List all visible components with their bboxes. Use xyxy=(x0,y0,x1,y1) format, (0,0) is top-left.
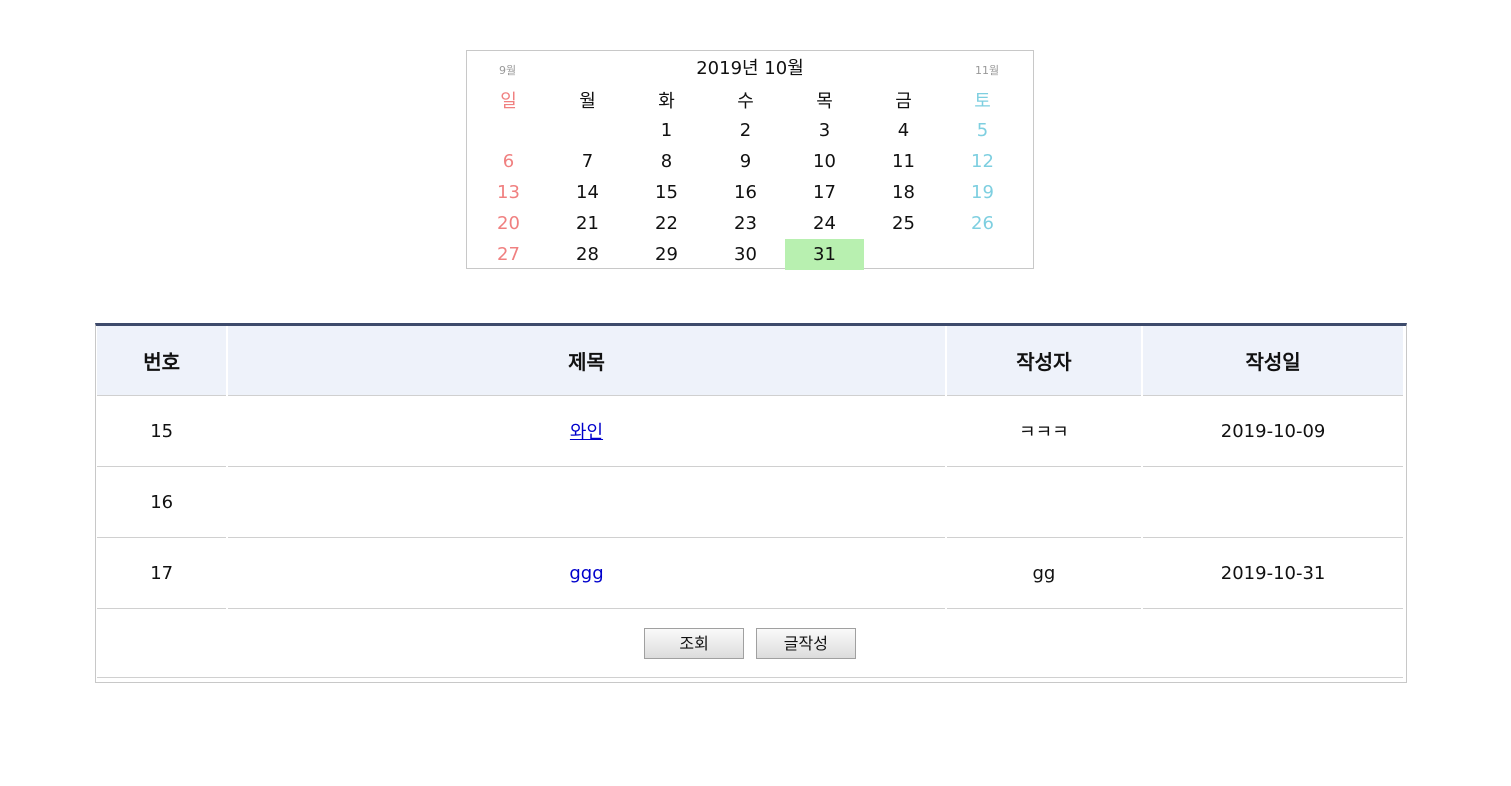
table-row: 17 ggg gg 2019-10-31 xyxy=(97,538,1403,609)
calendar-day[interactable]: 27 xyxy=(469,239,548,270)
row-num: 15 xyxy=(97,396,227,467)
write-button[interactable]: 글작성 xyxy=(755,627,856,659)
board-table: 번호 제목 작성자 작성일 15 와인 ㅋㅋㅋ 2019-10-09 16 17… xyxy=(95,326,1405,678)
calendar-day[interactable]: 23 xyxy=(706,208,785,239)
view-button[interactable]: 조회 xyxy=(644,627,745,659)
calendar-day xyxy=(548,115,627,146)
calendar-day[interactable]: 8 xyxy=(627,146,706,177)
calendar-day[interactable]: 13 xyxy=(469,177,548,208)
calendar-day[interactable]: 15 xyxy=(627,177,706,208)
calendar-title: 2019년 10월 xyxy=(696,58,804,79)
board: 번호 제목 작성자 작성일 15 와인 ㅋㅋㅋ 2019-10-09 16 17… xyxy=(95,323,1407,683)
calendar-week: 6 7 8 9 10 11 12 xyxy=(469,146,1022,177)
calendar-day[interactable]: 3 xyxy=(785,115,864,146)
calendar-day[interactable]: 18 xyxy=(864,177,943,208)
row-title-cell: ggg xyxy=(228,538,945,609)
calendar-week: 13 14 15 16 17 18 19 xyxy=(469,177,1022,208)
calendar-day[interactable]: 30 xyxy=(706,239,785,270)
calendar-day[interactable]: 5 xyxy=(943,115,1022,146)
row-title-cell xyxy=(228,467,945,538)
calendar-week: 20 21 22 23 24 25 26 xyxy=(469,208,1022,239)
calendar-day xyxy=(469,115,548,146)
button-cell: 조회 글작성 xyxy=(97,609,1403,678)
post-title-link[interactable]: ggg xyxy=(569,563,603,584)
row-title-cell: 와인 xyxy=(228,396,945,467)
weekday-mon: 월 xyxy=(579,91,596,112)
calendar-day[interactable]: 7 xyxy=(548,146,627,177)
calendar-day-today[interactable]: 31 xyxy=(785,239,864,270)
header-writer: 작성자 xyxy=(946,326,1142,396)
calendar-grid: 일 월 화 수 목 금 토 1 2 3 4 5 6 7 8 9 10 11 12… xyxy=(469,85,1022,270)
calendar-day[interactable]: 21 xyxy=(548,208,627,239)
calendar-day[interactable]: 10 xyxy=(785,146,864,177)
calendar-day[interactable]: 28 xyxy=(548,239,627,270)
calendar-day[interactable]: 19 xyxy=(943,177,1022,208)
row-num: 16 xyxy=(97,467,227,538)
weekday-sun: 일 xyxy=(500,91,517,112)
table-row: 16 xyxy=(97,467,1403,538)
header-title: 제목 xyxy=(228,326,945,396)
calendar-day[interactable]: 22 xyxy=(627,208,706,239)
calendar-day[interactable]: 26 xyxy=(943,208,1022,239)
weekday-tue: 화 xyxy=(658,91,675,112)
calendar-day[interactable]: 4 xyxy=(864,115,943,146)
row-date: 2019-10-09 xyxy=(1143,396,1403,467)
calendar-day[interactable]: 17 xyxy=(785,177,864,208)
row-date: 2019-10-31 xyxy=(1143,538,1403,609)
row-num: 17 xyxy=(97,538,227,609)
row-writer: gg xyxy=(946,538,1142,609)
calendar-day[interactable]: 1 xyxy=(627,115,706,146)
row-writer xyxy=(946,467,1142,538)
header-num: 번호 xyxy=(97,326,227,396)
calendar-week: 1 2 3 4 5 xyxy=(469,115,1022,146)
post-title-link[interactable]: 와인 xyxy=(570,422,603,443)
calendar-day xyxy=(943,239,1022,270)
row-writer: ㅋㅋㅋ xyxy=(946,396,1142,467)
weekday-row: 일 월 화 수 목 금 토 xyxy=(469,85,1022,115)
calendar-day[interactable]: 25 xyxy=(864,208,943,239)
button-row: 조회 글작성 xyxy=(97,609,1403,678)
row-date xyxy=(1143,467,1403,538)
board-header-row: 번호 제목 작성자 작성일 xyxy=(97,326,1403,396)
calendar-header: 9월 2019년 10월 11월 xyxy=(467,51,1033,85)
header-date: 작성일 xyxy=(1143,326,1403,396)
weekday-sat: 토 xyxy=(974,91,991,112)
calendar-day[interactable]: 2 xyxy=(706,115,785,146)
calendar-day[interactable]: 11 xyxy=(864,146,943,177)
weekday-thu: 목 xyxy=(816,91,833,112)
weekday-fri: 금 xyxy=(895,91,912,112)
calendar-day[interactable]: 6 xyxy=(469,146,548,177)
calendar-day[interactable]: 24 xyxy=(785,208,864,239)
calendar-day[interactable]: 9 xyxy=(706,146,785,177)
next-month-link[interactable]: 11월 xyxy=(975,64,999,78)
weekday-wed: 수 xyxy=(737,91,754,112)
calendar-day xyxy=(864,239,943,270)
calendar-day[interactable]: 14 xyxy=(548,177,627,208)
calendar-day[interactable]: 12 xyxy=(943,146,1022,177)
calendar-day[interactable]: 29 xyxy=(627,239,706,270)
calendar-day[interactable]: 20 xyxy=(469,208,548,239)
calendar: 9월 2019년 10월 11월 일 월 화 수 목 금 토 1 2 3 4 5… xyxy=(466,50,1034,270)
calendar-week: 27 28 29 30 31 xyxy=(469,239,1022,270)
calendar-day[interactable]: 16 xyxy=(706,177,785,208)
table-row: 15 와인 ㅋㅋㅋ 2019-10-09 xyxy=(97,396,1403,467)
